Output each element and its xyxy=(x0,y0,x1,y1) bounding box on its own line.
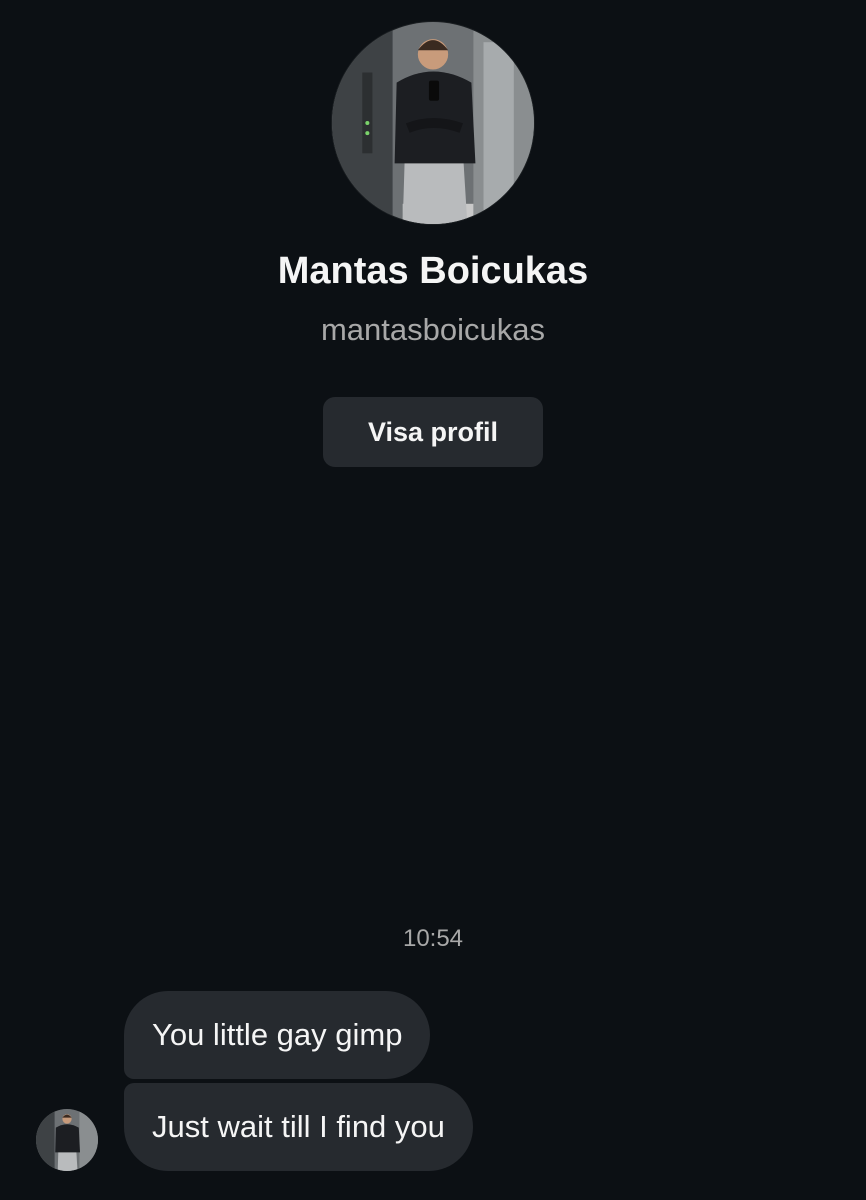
message-bubble[interactable]: You little gay gimp xyxy=(124,991,431,1079)
view-profile-button[interactable]: Visa profil xyxy=(323,397,543,467)
message-text: Just wait till I find you xyxy=(152,1109,445,1145)
profile-photo-icon xyxy=(332,22,534,224)
profile-username: mantasboicukas xyxy=(320,312,545,347)
message-text: You little gay gimp xyxy=(152,1017,403,1053)
message-timestamp: 10:54 xyxy=(402,925,464,952)
message-bubble[interactable]: Just wait till I find you xyxy=(124,1083,473,1171)
sender-avatar[interactable] xyxy=(36,1109,98,1171)
profile-avatar[interactable] xyxy=(332,22,534,224)
profile-display-name: Mantas Boicukas xyxy=(277,250,589,292)
sender-photo-icon xyxy=(36,1109,98,1171)
